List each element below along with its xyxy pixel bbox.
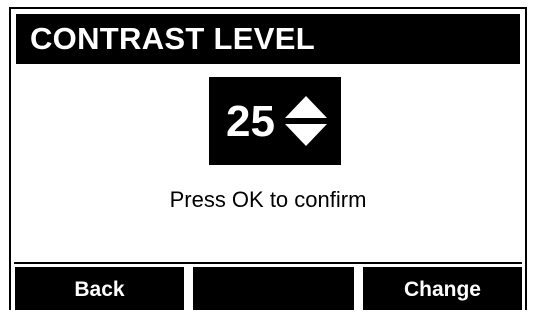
- contrast-value: 25: [226, 97, 275, 146]
- back-button[interactable]: Back: [15, 267, 184, 310]
- softkey-divider: [14, 262, 522, 264]
- lcd-screen: CONTRAST LEVEL 25 Press OK to confirm Ba…: [9, 7, 527, 310]
- confirm-prompt: Press OK to confirm: [169, 187, 367, 212]
- contrast-value-selector[interactable]: 25: [209, 77, 341, 165]
- blank-softkey[interactable]: [193, 267, 354, 310]
- screen-title: CONTRAST LEVEL: [16, 14, 520, 64]
- up-down-arrows-icon[interactable]: [285, 96, 327, 146]
- change-button[interactable]: Change: [363, 267, 522, 310]
- softkey-bar: Back Change: [11, 259, 525, 310]
